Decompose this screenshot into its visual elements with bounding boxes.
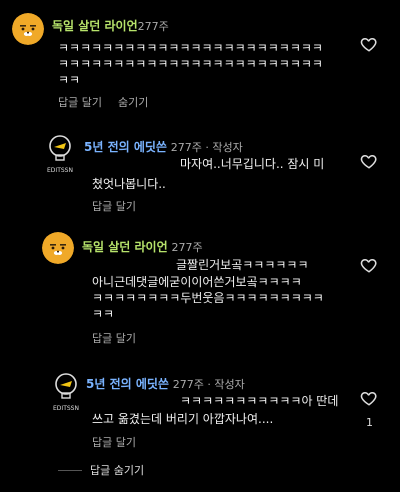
reply-button[interactable]: 답글 달기	[92, 332, 136, 345]
comment-text: 글짤린거보곸ㅋㅋㅋㅋㅋㅋ	[176, 257, 366, 273]
comment-header: 독일 살던 라이언277주	[52, 17, 169, 34]
comment-line: ㅋㅋ	[92, 307, 115, 321]
comment-line: 아니근데댓글에굳이이어쓴거보곸ㅋㅋㅋㅋ	[92, 275, 302, 289]
comment-text: 쳤엇나봅니다..	[92, 176, 352, 192]
comment-line: ㅋㅋㅋㅋㅋㅋㅋㅋ두번웃음ㅋㅋㅋㅋㅋㅋㅋㅋㅋ	[92, 291, 324, 305]
heart-icon[interactable]	[360, 35, 378, 53]
comment-line: ㅋㅋㅋㅋㅋㅋㅋㅋㅋㅋㅋ아 딴데	[180, 394, 339, 408]
reply-button[interactable]: 답글 달기	[58, 96, 102, 109]
heart-icon[interactable]	[360, 389, 378, 407]
comment-text: 쓰고 옮겼는데 버리기 아깝자나여....	[92, 411, 360, 427]
reply-button[interactable]: 답글 달기	[92, 200, 136, 213]
comment-actions: 답글 달기	[92, 198, 152, 214]
comment-line: 글짤린거보곸ㅋㅋㅋㅋㅋㅋ	[176, 258, 309, 272]
comment-line: ㅋㅋ	[58, 73, 81, 87]
comment-text: 마자여..너무깁니다.. 잠시 미	[180, 156, 360, 172]
comment-actions: 답글 달기	[92, 330, 152, 346]
comment-header: 독일 살던 라이언 277주	[82, 238, 203, 255]
comment-text: ㅋㅋㅋㅋㅋㅋㅋㅋㅋㅋㅋ아 딴데	[180, 393, 360, 409]
comment-header: 5년 전의 에딧쓴 277주 · 작성자	[86, 375, 245, 392]
comment-text: 아니근데댓글에굳이이어쓴거보곸ㅋㅋㅋㅋ ㅋㅋㅋㅋㅋㅋㅋㅋ두번웃음ㅋㅋㅋㅋㅋㅋㅋㅋ…	[92, 274, 367, 322]
editssn-avatar[interactable]: EDITSSN	[50, 370, 82, 414]
comment-actions: 답글 달기	[92, 434, 152, 450]
like-count: 1	[366, 416, 373, 429]
comment-meta: 277주 · 작성자	[170, 141, 243, 154]
comment-line: ㅋㅋㅋㅋㅋㅋㅋㅋㅋㅋㅋㅋㅋㅋㅋㅋㅋㅋㅋㅋㅋㅋㅋㅋ	[58, 57, 323, 71]
heart-icon[interactable]	[360, 256, 378, 274]
avatar-logo-text: EDITSSN	[53, 405, 79, 412]
heart-icon[interactable]	[360, 152, 378, 170]
author-name[interactable]: 독일 살던 라이언	[52, 19, 138, 33]
comment-line: 마자여..너무깁니다.. 잠시 미	[180, 157, 325, 171]
author-name[interactable]: 5년 전의 에딧쓴	[86, 377, 169, 391]
comment-header: 5년 전의 에딧쓴 277주 · 작성자	[84, 138, 243, 155]
ryan-avatar[interactable]	[42, 232, 74, 264]
ryan-avatar[interactable]	[12, 13, 44, 45]
comment-line: 쳤엇나봅니다..	[92, 177, 166, 191]
comment-line: 쓰고 옮겼는데 버리기 아깝자나여....	[92, 412, 274, 426]
divider-line	[58, 469, 82, 471]
comment-actions: 답글 달기 숨기기	[58, 94, 164, 110]
comment-text: ㅋㅋㅋㅋㅋㅋㅋㅋㅋㅋㅋㅋㅋㅋㅋㅋㅋㅋㅋㅋㅋㅋㅋㅋ ㅋㅋㅋㅋㅋㅋㅋㅋㅋㅋㅋㅋㅋㅋㅋ…	[58, 40, 358, 88]
comment-line: ㅋㅋㅋㅋㅋㅋㅋㅋㅋㅋㅋㅋㅋㅋㅋㅋㅋㅋㅋㅋㅋㅋㅋㅋ	[58, 41, 323, 55]
hide-button[interactable]: 숨기기	[118, 96, 148, 109]
comment-meta: 277주 · 작성자	[172, 378, 245, 391]
author-name[interactable]: 5년 전의 에딧쓴	[84, 140, 167, 154]
author-name[interactable]: 독일 살던 라이언	[82, 240, 168, 254]
collapse-replies-label: 답글 숨기기	[90, 464, 145, 477]
collapse-replies-button[interactable]: 답글 숨기기	[58, 462, 144, 478]
editssn-avatar[interactable]: EDITSSN	[44, 132, 76, 176]
avatar-logo-text: EDITSSN	[47, 167, 73, 174]
reply-button[interactable]: 답글 달기	[92, 436, 136, 449]
comment-meta: 277주	[137, 20, 169, 33]
comment-meta: 277주	[171, 241, 203, 254]
